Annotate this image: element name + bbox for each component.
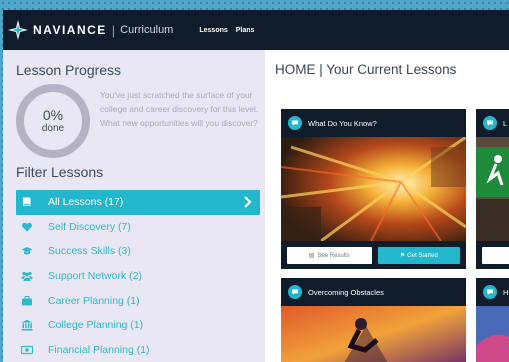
chat-bubble-icon — [483, 116, 497, 130]
filter-list: All Lessons (17) Self Discovery (7) Succ… — [16, 190, 260, 362]
card-header: Overcoming Obstacles — [281, 278, 466, 306]
see-results-label: See Results — [317, 252, 350, 259]
get-started-label: Get Started — [407, 252, 438, 259]
card-title: H — [503, 287, 509, 297]
product-name: Curriculum — [120, 24, 174, 36]
progress-percent: 0% — [42, 107, 64, 123]
compass-star-icon — [7, 19, 29, 41]
see-results-button[interactable]: ▤ See Results — [287, 247, 372, 264]
filter-label: Career Planning (1) — [48, 294, 140, 307]
card-header: What Do You Know? — [281, 109, 466, 137]
lesson-card-partial-2[interactable]: H — [476, 278, 509, 362]
lesson-image-exit-sign — [476, 137, 509, 241]
progress-message: You've just scratched the surface of you… — [100, 90, 259, 128]
see-results-button[interactable] — [482, 247, 509, 264]
flag-icon: ⚑ — [399, 253, 406, 259]
heart-icon — [20, 220, 34, 234]
filter-label: All Lessons (17) — [48, 196, 124, 209]
card-title: Overcoming Obstacles — [308, 287, 384, 297]
briefcase-icon — [20, 294, 34, 308]
filter-college-planning[interactable]: College Planning (1) — [16, 313, 260, 338]
page-title: HOME | Your Current Lessons — [275, 62, 457, 77]
chart-icon: ▤ — [308, 253, 315, 259]
filter-all-lessons[interactable]: All Lessons (17) — [16, 190, 260, 215]
filter-label: Support Network (2) — [48, 270, 142, 283]
graduation-cap-icon — [20, 244, 34, 258]
brand-name: NAVIANCE — [33, 23, 107, 37]
filter-label: Financial Planning (1) — [48, 343, 150, 356]
lesson-card-partial-1[interactable]: L — [476, 109, 509, 269]
people-icon — [20, 269, 34, 283]
naviance-logo[interactable]: NAVIANCE | Curriculum — [7, 19, 173, 41]
brand-divider: | — [111, 22, 116, 38]
filter-career-planning[interactable]: Career Planning (1) — [16, 288, 260, 313]
filter-label: Self Discovery (7) — [48, 220, 131, 233]
nav-links: Lessons Plans — [199, 27, 262, 34]
money-icon — [20, 343, 34, 357]
filter-self-discovery[interactable]: Self Discovery (7) — [16, 215, 260, 240]
card-header: L — [476, 109, 509, 137]
university-icon — [20, 318, 34, 332]
card-header: H — [476, 278, 509, 306]
lesson-card-what-do-you-know[interactable]: What Do You Know? ▤ See Results ⚑ Get St… — [281, 109, 466, 269]
top-nav: NAVIANCE | Curriculum Lessons Plans — [3, 10, 509, 50]
chevron-right-icon — [243, 195, 253, 209]
chat-bubble-icon — [288, 116, 302, 130]
filter-title: Filter Lessons — [16, 164, 104, 180]
progress-ring: 0% done — [16, 84, 90, 158]
filter-financial-planning[interactable]: Financial Planning (1) — [16, 338, 260, 362]
nav-plans[interactable]: Plans — [236, 27, 255, 34]
lesson-card-overcoming-obstacles[interactable]: Overcoming Obstacles — [281, 278, 466, 362]
progress-title: Lesson Progress — [16, 62, 122, 78]
chat-bubble-icon — [288, 285, 302, 299]
lesson-image-skater — [281, 306, 466, 362]
lesson-image-partial — [476, 306, 509, 362]
app-window: NAVIANCE | Curriculum Lessons Plans Less… — [3, 10, 509, 362]
filter-success-skills[interactable]: Success Skills (3) — [16, 239, 260, 264]
filter-support-network[interactable]: Support Network (2) — [16, 264, 260, 289]
filter-label: College Planning (1) — [48, 319, 144, 332]
card-title: L — [503, 118, 508, 128]
book-icon — [20, 195, 34, 209]
chat-bubble-icon — [483, 285, 497, 299]
card-actions: ▤ See Results ⚑ Get Started — [281, 241, 466, 269]
get-started-button[interactable]: ⚑ Get Started — [377, 247, 460, 264]
lesson-image-city-lights — [281, 137, 466, 241]
card-actions — [476, 241, 509, 269]
progress-done-label: done — [41, 123, 65, 134]
filter-label: Success Skills (3) — [48, 245, 131, 258]
nav-lessons[interactable]: Lessons — [199, 27, 227, 34]
card-title: What Do You Know? — [308, 118, 377, 128]
